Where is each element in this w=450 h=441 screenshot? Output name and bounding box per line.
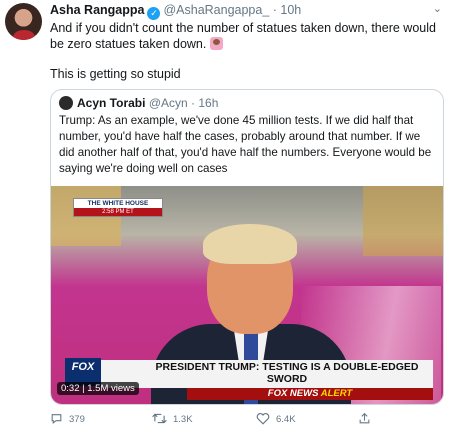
- verified-icon: ✓: [147, 7, 161, 20]
- alert-bar: FOX NEWS ALERT: [187, 388, 433, 400]
- retweet-count: 1.3K: [173, 413, 193, 425]
- hair: [203, 224, 297, 264]
- chyron-text: PRESIDENT TRUMP: TESTING IS A DOUBLE-EDG…: [155, 361, 419, 385]
- quoted-handle: @Acyn: [148, 96, 188, 110]
- share-icon: [359, 412, 370, 424]
- dot-separator: ·: [269, 3, 281, 17]
- share-button[interactable]: [358, 412, 377, 425]
- quoted-header: Acyn Torabi @Acyn · 16h: [77, 96, 218, 110]
- quoted-time: 16h: [198, 96, 219, 110]
- alert-word: ALERT: [320, 388, 353, 399]
- tweet-header: Asha Rangappa ✓ @AshaRangappa_ · 10h: [50, 3, 301, 20]
- bug-time: 2:58 PM ET: [74, 208, 162, 216]
- quoted-avatar: [59, 96, 73, 110]
- reply-icon: [51, 414, 62, 424]
- action-bar: 379 1.3K 6.4K: [50, 412, 442, 428]
- avatar[interactable]: [5, 3, 42, 40]
- tweet-text-line2: This is getting so stupid: [50, 67, 181, 81]
- bug-title: THE WHITE HOUSE: [87, 200, 149, 207]
- background-wall: [363, 186, 443, 256]
- chyron: PRESIDENT TRUMP: TESTING IS A DOUBLE-EDG…: [101, 360, 433, 388]
- reply-button[interactable]: 379: [50, 412, 85, 425]
- quoted-tweet[interactable]: Acyn Torabi @Acyn · 16h Trump: As an exa…: [50, 89, 444, 405]
- author-handle[interactable]: @AshaRangappa_: [163, 3, 269, 17]
- tweet-time[interactable]: 10h: [280, 3, 301, 17]
- facepalm-emoji-icon: [209, 37, 223, 50]
- retweet-icon: [152, 413, 167, 424]
- alert-brand: FOX NEWS: [267, 388, 319, 399]
- video-player[interactable]: THE WHITE HOUSE 2:58 PM ET FOX PRESIDENT…: [51, 186, 443, 404]
- reply-count: 379: [69, 413, 85, 425]
- heart-icon: [256, 413, 270, 425]
- alert-text: FOX NEWS ALERT: [187, 388, 433, 400]
- like-button[interactable]: 6.4K: [256, 412, 296, 425]
- retweet-button[interactable]: 1.3K: [152, 412, 193, 425]
- author-name[interactable]: Asha Rangappa: [50, 3, 144, 17]
- tweet-text-line1: And if you didn't count the number of st…: [50, 21, 436, 51]
- tweet-text: And if you didn't count the number of st…: [50, 20, 442, 52]
- chevron-down-icon[interactable]: ⌄: [433, 2, 442, 15]
- white-house-bug: THE WHITE HOUSE 2:58 PM ET: [73, 198, 163, 217]
- quoted-author-name: Acyn Torabi: [77, 96, 146, 110]
- video-views-label: 0:32 | 1.5M views: [57, 382, 139, 395]
- like-count: 6.4K: [276, 413, 296, 425]
- dot-separator: ·: [187, 96, 199, 110]
- tweet[interactable]: Asha Rangappa ✓ @AshaRangappa_ · 10h ⌄ And…: [0, 0, 450, 441]
- quoted-text: Trump: As an example, we've done 45 mill…: [59, 114, 432, 175]
